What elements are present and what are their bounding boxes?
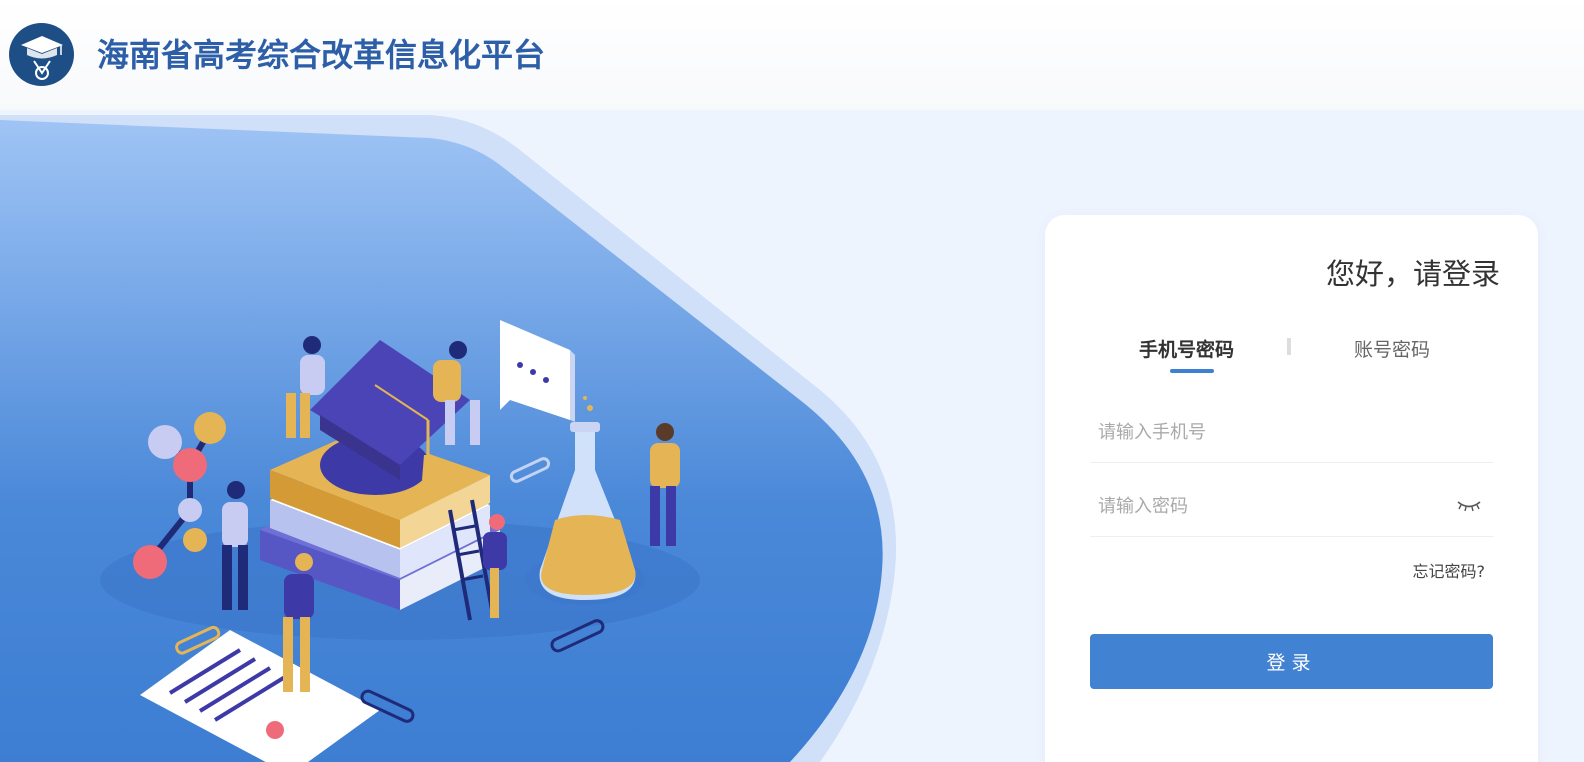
site-header: 海南省高考综合改革信息化平台 bbox=[0, 0, 1584, 110]
phone-field bbox=[1090, 403, 1493, 463]
login-button[interactable]: 登录 bbox=[1090, 634, 1493, 689]
eye-closed-icon[interactable] bbox=[1455, 497, 1483, 515]
site-title: 海南省高考综合改革信息化平台 bbox=[97, 36, 546, 74]
phone-input[interactable] bbox=[1098, 403, 1438, 461]
login-greeting: 您好，请登录 bbox=[1325, 257, 1500, 291]
password-input[interactable] bbox=[1098, 477, 1438, 535]
hero-illustration bbox=[0, 110, 900, 762]
graduation-cap-logo-icon bbox=[9, 23, 74, 86]
password-field bbox=[1090, 477, 1493, 537]
tab-account-password[interactable]: 账号密码 bbox=[1354, 335, 1430, 362]
login-card: 您好，请登录 手机号密码 账号密码 忘记密码? 登录 bbox=[1045, 215, 1538, 762]
forgot-password-link[interactable]: 忘记密码? bbox=[1413, 558, 1486, 582]
tab-separator bbox=[1287, 338, 1291, 355]
tab-phone-password[interactable]: 手机号密码 bbox=[1139, 335, 1234, 362]
active-tab-indicator bbox=[1170, 369, 1214, 373]
